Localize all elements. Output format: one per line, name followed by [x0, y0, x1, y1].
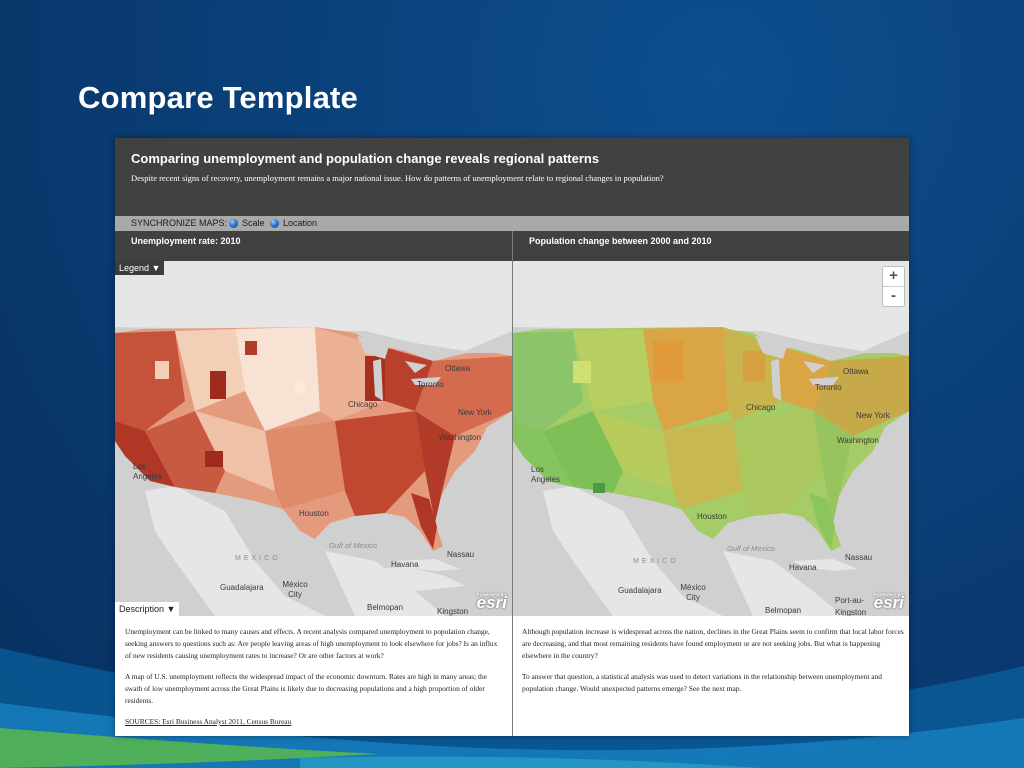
city-label-nassau: Nassau [447, 550, 475, 559]
left-description-text: Unemployment can be linked to many cause… [125, 626, 505, 736]
left-description-panel: Unemployment can be linked to many cause… [115, 616, 512, 736]
sources-link[interactable]: SOURCES: Esri Business Analyst 2011, Cen… [125, 716, 505, 728]
city-label-guadalajara: Guadalajara [220, 583, 264, 592]
gulf-of-mexico-label: Gulf of Mexico [727, 544, 775, 553]
city-label-washington: Washington [837, 436, 879, 445]
right-description-text: Although population increase is widespre… [522, 626, 904, 704]
story-map-app: Comparing unemployment and population ch… [115, 138, 909, 736]
left-map-heading: Unemployment rate: 2010 [131, 236, 241, 246]
zoom-control: + - [882, 266, 905, 307]
synchronize-label: SYNCHRONIZE MAPS: [131, 218, 228, 228]
city-label-guadalajara: Guadalajara [618, 586, 662, 595]
mexico-country-label: MEXICO [633, 558, 679, 565]
description-toggle-button[interactable]: Description ▼ [115, 602, 180, 616]
city-label-havana: Havana [789, 563, 817, 572]
city-label-havana: Havana [391, 560, 419, 569]
city-label-belmopan: Belmopan [367, 603, 404, 612]
city-label-new-york: New York [458, 408, 492, 417]
slide-title: Compare Template [78, 80, 358, 115]
city-label-new-york: New York [856, 411, 890, 420]
mexico-country-label: MEXICO [235, 555, 281, 562]
city-label-houston: Houston [299, 509, 329, 518]
population-change-map[interactable]: + - Ottawa Toronto Chicago New York Wash… [513, 261, 909, 616]
city-label-toronto: Toronto [417, 380, 444, 389]
app-title: Comparing unemployment and population ch… [131, 151, 600, 166]
right-description-paragraph: To answer that question, a statistical a… [522, 672, 882, 693]
city-label-kingston: Kingston [437, 607, 469, 616]
city-label-chicago: Chicago [348, 400, 378, 409]
esri-logo: POWERED BY esri [873, 592, 904, 612]
sync-location-label: Location [283, 218, 318, 228]
city-label-los-angeles: Los Angeles [531, 465, 560, 484]
city-label-chicago: Chicago [746, 403, 776, 412]
legend-toggle-button[interactable]: Legend ▼ [115, 261, 165, 275]
city-label-belmopan: Belmopan [765, 606, 802, 615]
unemployment-map[interactable]: Legend ▼ Ottawa Toronto Chicago New York… [115, 261, 512, 616]
city-label-mexico-city: México City [680, 583, 706, 602]
left-description-paragraph: Unemployment can be linked to many cause… [125, 627, 498, 660]
city-label-los-angeles: Los Angeles [133, 462, 162, 481]
app-subtitle: Despite recent signs of recovery, unempl… [131, 173, 664, 183]
city-label-ottawa: Ottawa [843, 367, 869, 376]
right-description-panel: Although population increase is widespre… [513, 616, 909, 736]
city-label-toronto: Toronto [815, 383, 842, 392]
city-label-kingston: Kingston [835, 608, 867, 616]
right-map-heading: Population change between 2000 and 2010 [529, 236, 712, 246]
sync-scale-label: Scale [242, 218, 265, 228]
right-description-paragraph: Although population increase is widespre… [522, 627, 904, 660]
city-label-port-au-prince: Port-au- [835, 596, 864, 605]
esri-logo: POWERED BY esri [476, 592, 507, 612]
gulf-of-mexico-label: Gulf of Mexico [329, 541, 377, 550]
city-label-washington: Washington [439, 433, 481, 442]
zoom-in-button[interactable]: + [883, 267, 904, 286]
city-label-nassau: Nassau [845, 553, 873, 562]
sync-location-option[interactable]: Location [270, 216, 317, 231]
left-description-paragraph: A map of U.S. unemployment reflects the … [125, 672, 488, 705]
globe-icon [270, 219, 279, 228]
city-label-mexico-city: México City [282, 580, 308, 599]
city-label-ottawa: Ottawa [445, 364, 471, 373]
sync-scale-option[interactable]: Scale [229, 216, 265, 231]
globe-icon [229, 219, 238, 228]
city-label-houston: Houston [697, 512, 727, 521]
app-header: Comparing unemployment and population ch… [115, 138, 909, 216]
synchronize-bar: SYNCHRONIZE MAPS: Scale Location [115, 216, 909, 231]
zoom-out-button[interactable]: - [883, 286, 904, 306]
